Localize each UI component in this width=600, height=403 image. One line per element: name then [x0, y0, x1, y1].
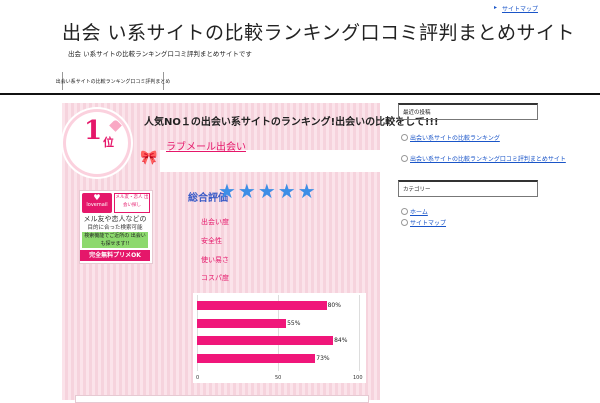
site-title[interactable]: 出会 い系サイトの比較ランキング口コミ評判まとめサイト [62, 18, 575, 45]
chart-data-label: 73% [316, 354, 330, 362]
category-link-home[interactable]: ホーム [410, 207, 428, 216]
thumbnail-line-3: 検索機能でご近所の 出会いも探せます!! [82, 232, 148, 248]
chart-gridline [359, 295, 360, 371]
chart-bar [197, 318, 287, 328]
chart-tick-label: 100 [353, 375, 363, 381]
category-heading: カテゴリー [398, 180, 538, 197]
site-name-link[interactable]: ラブメール出会い [166, 138, 246, 153]
chart-bar [197, 301, 327, 310]
rank-number: 1 [84, 116, 103, 146]
rating-bar-chart: 80% 55% 84% 73% 0 50 100 [193, 293, 366, 383]
chart-data-label: 80% [327, 302, 341, 309]
recent-post-link[interactable]: 出会い系サイトの比較ランキング [410, 133, 500, 142]
header-divider [0, 93, 600, 95]
star-rating: ★★★★★ [218, 179, 318, 203]
criteria-label: 安全性 [201, 237, 222, 245]
chart-data-label: 84% [334, 337, 348, 344]
chart-tick-label: 50 [275, 375, 282, 381]
criteria-label: コスパ度 [201, 274, 229, 282]
nav-item-home[interactable]: 出会い系サイトの比較ランキング口コミ評判まとめ [56, 72, 170, 90]
sitemap-top-link[interactable]: サイトマップ [494, 4, 538, 13]
site-tagline: 出会 い系サイトの比較ランキング口コミ評判まとめサイトです [68, 50, 252, 58]
bullet-icon [401, 219, 408, 226]
category-link-sitemap[interactable]: サイトマップ [410, 218, 446, 227]
criteria-label: 出会い度 [201, 218, 229, 226]
criteria-label: 使い易さ [201, 256, 229, 264]
ranking-headline: 人気NO１の出会い系サイトのランキング!出会いの比較をして!!! [144, 117, 439, 128]
thumbnail-line-4: 完全無料プリメOK [80, 250, 150, 261]
ribbon-icon: 🎀 [140, 150, 158, 166]
chart-bar [197, 336, 334, 345]
bullet-icon [401, 208, 408, 215]
lovemail-logo: ♥ lovemail [82, 193, 112, 213]
rank-suffix: 位 [103, 136, 114, 149]
recent-post-link[interactable]: 出会い系サイトの比較ランキング口コミ評判まとめサイト [410, 154, 566, 163]
chart-data-label: 55% [287, 319, 301, 327]
bottom-panel [75, 395, 369, 403]
chart-tick-label: 0 [196, 375, 200, 381]
bullet-icon [401, 134, 408, 141]
thumbnail-line-2: 目的に合った検索可能 [87, 225, 143, 231]
recent-posts-heading: 最近の投稿 [398, 103, 538, 120]
bullet-icon [401, 155, 408, 162]
thumbnail-tag: メル友・恋人 出会い探し [114, 193, 150, 213]
chart-bar [197, 353, 316, 363]
title-band [160, 150, 380, 172]
